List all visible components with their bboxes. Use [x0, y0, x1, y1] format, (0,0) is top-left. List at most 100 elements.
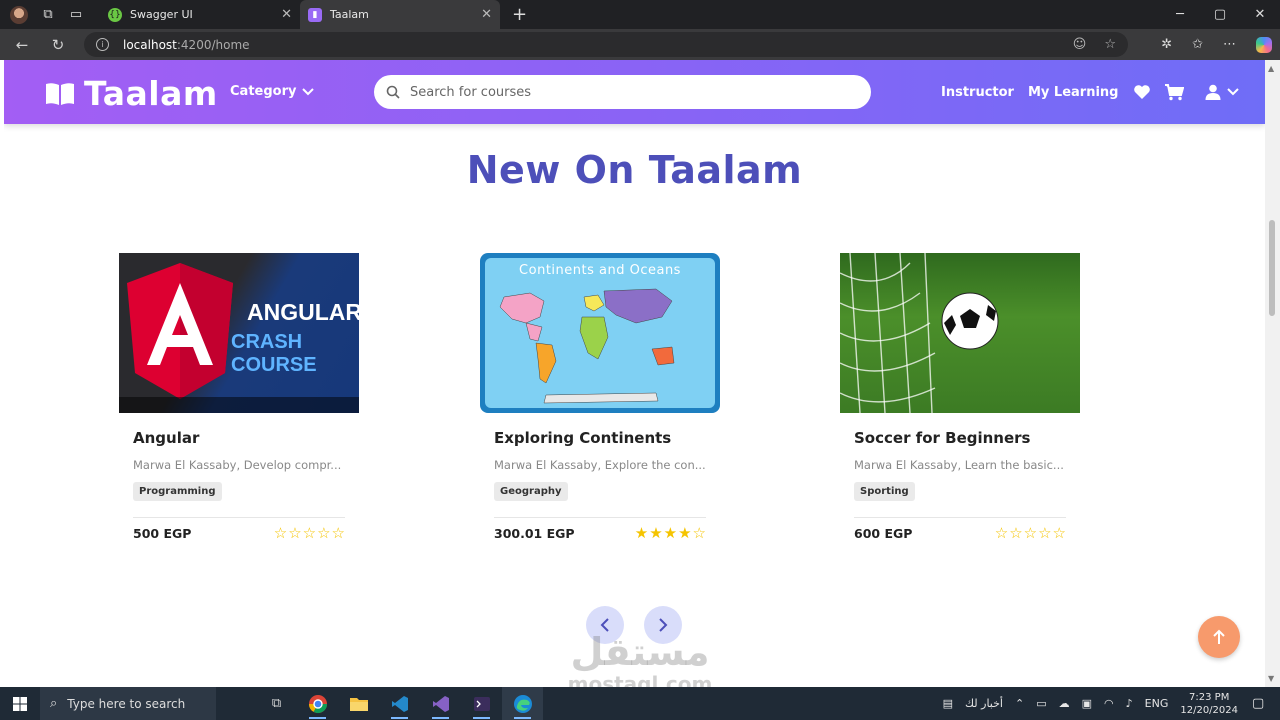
clock-time: 7:23 PM: [1189, 691, 1230, 703]
url-field[interactable]: i localhost:4200/home ☺ ☆: [84, 32, 1128, 57]
cloud-icon[interactable]: ☁: [1059, 697, 1070, 710]
url-host: localhost: [123, 37, 177, 52]
category-tag: Sporting: [854, 482, 915, 501]
security-icon[interactable]: ▣: [1082, 697, 1092, 710]
new-tab-icon[interactable]: +: [512, 4, 527, 25]
instructor-link[interactable]: Instructor: [941, 85, 1014, 100]
video-bar: [119, 397, 359, 413]
course-price: 300.01 EGP: [494, 526, 575, 541]
star-empty-icon: ☆: [1052, 524, 1066, 542]
file-explorer-icon[interactable]: [338, 687, 379, 720]
edge-icon[interactable]: [502, 687, 543, 720]
tab-taalam[interactable]: ▮ Taalam ✕: [300, 0, 500, 29]
category-tag: Programming: [133, 482, 222, 501]
star-empty-icon: ☆: [1009, 524, 1023, 542]
heart-icon[interactable]: [1132, 82, 1152, 102]
thumb-title: Continents and Oceans: [519, 263, 681, 278]
chrome-icon[interactable]: [297, 687, 338, 720]
course-subtitle: Marwa El Kassaby, Learn the basic...: [854, 458, 1064, 472]
search-icon: ⌕: [50, 696, 58, 711]
window-controls: ─ ▢ ✕: [1160, 0, 1280, 29]
scrollbar-thumb[interactable]: [1269, 220, 1275, 316]
course-thumbnail[interactable]: ANGULAR CRASH COURSE: [119, 253, 359, 413]
chevron-down-icon: [1227, 88, 1240, 96]
scroll-down-arrow-icon[interactable]: ▼: [1268, 674, 1274, 683]
course-card[interactable]: Soccer for Beginners Marwa El Kassaby, L…: [840, 253, 1080, 553]
star-filled-icon: ★: [663, 524, 678, 542]
site-header: Taalam Category Instructor My Learning: [4, 60, 1265, 124]
taskbar-search-placeholder: Type here to search: [67, 696, 186, 711]
course-title[interactable]: Soccer for Beginners: [854, 429, 1066, 447]
star-empty-icon: ☆: [288, 524, 302, 542]
task-view-icon[interactable]: ⧉: [256, 687, 297, 720]
divider: [494, 517, 706, 518]
course-thumbnail[interactable]: [840, 253, 1080, 413]
divider: [854, 517, 1066, 518]
star-empty-icon: ☆: [994, 524, 1009, 542]
angular-logo-icon: [127, 263, 233, 399]
chevron-up-icon[interactable]: ⌃: [1015, 697, 1024, 710]
search-input[interactable]: [410, 84, 830, 100]
category-dropdown[interactable]: Category: [230, 84, 315, 99]
course-thumbnail[interactable]: Continents and Oceans: [480, 253, 720, 413]
site-info-icon[interactable]: i: [96, 38, 109, 51]
tab-swagger[interactable]: {} Swagger UI ✕: [100, 0, 300, 29]
back-icon[interactable]: ←: [8, 36, 36, 54]
star-empty-icon: ☆: [331, 524, 345, 542]
language-indicator[interactable]: ENG: [1145, 697, 1169, 710]
taskbar-search[interactable]: ⌕ Type here to search: [40, 687, 216, 720]
favorites-icon[interactable]: ✩: [1192, 37, 1203, 52]
course-subtitle: Marwa El Kassaby, Develop compr...: [133, 458, 342, 472]
star-empty-icon: ☆: [302, 524, 317, 542]
profile-avatar[interactable]: [10, 5, 28, 24]
close-tab-icon[interactable]: ✕: [481, 7, 492, 22]
system-tray: ▤ أخبار لك ⌃ ▭ ☁ ▣ ◠ ♪ ENG 7:23 PM 12/20…: [943, 687, 1280, 720]
scroll-up-arrow-icon[interactable]: ▲: [1268, 64, 1274, 73]
divider: [133, 517, 345, 518]
battery-icon[interactable]: ▭: [1036, 697, 1046, 710]
course-title[interactable]: Angular: [133, 429, 345, 447]
close-tab-icon[interactable]: ✕: [281, 7, 292, 22]
rating-stars: ☆ ☆ ☆ ☆ ☆: [274, 526, 345, 541]
tab-title: Taalam: [330, 8, 369, 21]
course-price: 600 EGP: [854, 526, 913, 541]
maximize-icon[interactable]: ▢: [1200, 0, 1240, 29]
clock[interactable]: 7:23 PM 12/20/2024: [1180, 691, 1238, 717]
vscode-icon[interactable]: [379, 687, 420, 720]
address-bar-row: ← ↻ i localhost:4200/home ☺ ☆ ✲ ✩ ⋯: [0, 29, 1280, 60]
scroll-to-top-button[interactable]: [1198, 616, 1240, 658]
windows-start-button[interactable]: [0, 687, 40, 720]
copilot-icon[interactable]: [1256, 36, 1272, 53]
user-menu[interactable]: [1204, 82, 1240, 102]
reader-icon[interactable]: ☺: [1073, 37, 1087, 52]
course-card[interactable]: Continents and Oceans Exploring Continen…: [480, 253, 720, 553]
volume-icon[interactable]: ♪: [1126, 697, 1133, 710]
course-subtitle: Marwa El Kassaby, Explore the con...: [494, 458, 706, 472]
minimize-icon[interactable]: ─: [1160, 0, 1200, 29]
cart-icon[interactable]: [1164, 82, 1185, 102]
rating-stars: ☆ ☆ ☆ ☆ ☆: [995, 526, 1066, 541]
terminal-icon[interactable]: [461, 687, 502, 720]
star-empty-icon: ☆: [1023, 524, 1038, 542]
my-learning-link[interactable]: My Learning: [1028, 85, 1119, 100]
windows-logo-icon: [13, 696, 27, 711]
page-scrollbar[interactable]: ▲ ▼: [1265, 60, 1280, 687]
site-logo[interactable]: Taalam: [44, 74, 218, 113]
favorite-star-icon[interactable]: ☆: [1104, 37, 1116, 52]
news-label[interactable]: أخبار لك: [965, 697, 1003, 710]
course-card[interactable]: ANGULAR CRASH COURSE Angular Marwa El Ka…: [119, 253, 359, 553]
wifi-icon[interactable]: ◠: [1104, 697, 1114, 710]
close-window-icon[interactable]: ✕: [1240, 0, 1280, 29]
notifications-icon[interactable]: ▢: [1252, 696, 1272, 711]
logo-text: Taalam: [84, 74, 218, 113]
visual-studio-icon[interactable]: [420, 687, 461, 720]
rating-stars: ★ ★ ★ ★ ☆: [635, 526, 706, 541]
news-widget-icon[interactable]: ▤: [943, 697, 953, 710]
course-title[interactable]: Exploring Continents: [494, 429, 706, 447]
more-menu-icon[interactable]: ⋯: [1223, 37, 1236, 52]
workspaces-icon[interactable]: ⧉: [34, 0, 62, 29]
extensions-icon[interactable]: ✲: [1161, 37, 1172, 52]
star-empty-icon: ☆: [273, 524, 288, 542]
tab-actions-icon[interactable]: ▭: [62, 0, 90, 29]
refresh-icon[interactable]: ↻: [44, 36, 72, 54]
